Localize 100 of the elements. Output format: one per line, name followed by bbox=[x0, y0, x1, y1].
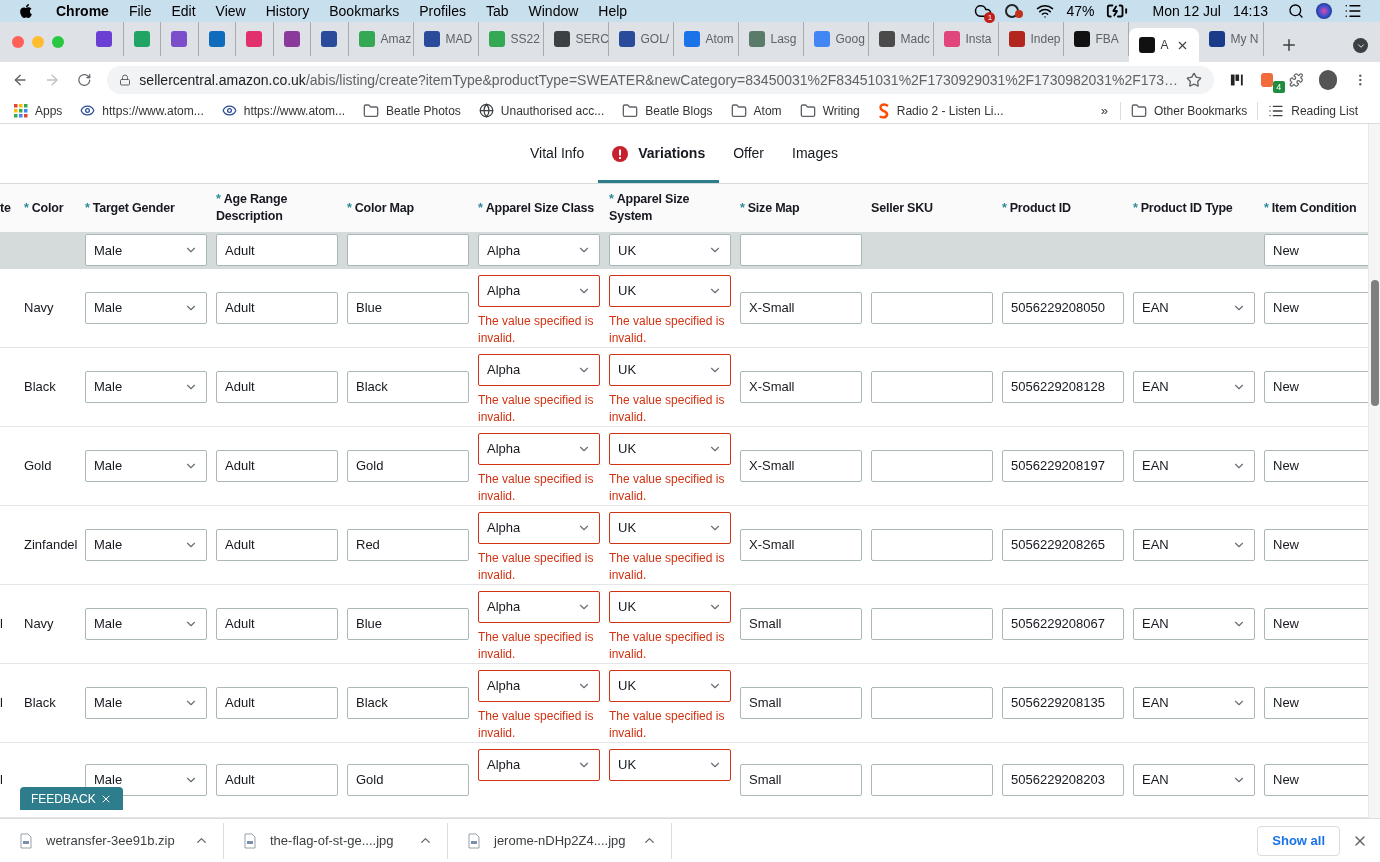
dropdown[interactable]: Male bbox=[85, 607, 207, 640]
bookmark[interactable]: Writing bbox=[799, 101, 860, 120]
bookmark[interactable]: Other Bookmarks bbox=[1119, 101, 1248, 120]
menu-item[interactable]: Help bbox=[598, 0, 628, 22]
page-tab[interactable]: Vital Info bbox=[516, 124, 599, 183]
feedback-button[interactable]: FEEDBACK bbox=[20, 787, 123, 810]
dropdown[interactable]: UK bbox=[609, 511, 731, 544]
text-field[interactable]: Adult bbox=[216, 291, 338, 324]
browser-tab[interactable]: My N bbox=[1198, 22, 1264, 56]
text-field[interactable]: Small bbox=[740, 607, 862, 640]
dropdown[interactable]: Alpha bbox=[478, 432, 600, 465]
reload-icon[interactable] bbox=[76, 72, 92, 88]
browser-tab[interactable]: Indep bbox=[998, 22, 1064, 56]
bookmark[interactable]: Reading List bbox=[1257, 101, 1358, 120]
text-field[interactable]: 5056229208203 bbox=[1002, 763, 1124, 796]
browser-tab[interactable]: FBA bbox=[1063, 22, 1129, 56]
assistant-icon[interactable] bbox=[1316, 3, 1332, 19]
browser-tab[interactable]: SS22 bbox=[478, 22, 544, 56]
text-field[interactable]: Adult bbox=[216, 370, 338, 403]
text-field[interactable]: New bbox=[1264, 528, 1368, 561]
bookmark[interactable]: https://www.atom... bbox=[80, 101, 204, 120]
dropdown[interactable]: EAN bbox=[1133, 528, 1255, 561]
download-item[interactable]: wetransfer-3ee91b.zip bbox=[0, 822, 224, 859]
dropdown[interactable]: EAN bbox=[1133, 449, 1255, 482]
app-menu[interactable]: Chrome bbox=[56, 0, 109, 22]
text-field[interactable]: Adult bbox=[216, 528, 338, 561]
text-field[interactable]: New bbox=[1264, 607, 1368, 640]
wifi-icon[interactable] bbox=[1036, 2, 1055, 20]
dropdown[interactable]: EAN bbox=[1133, 291, 1255, 324]
extension-icon[interactable] bbox=[1230, 72, 1245, 88]
text-field[interactable]: Black bbox=[347, 686, 469, 719]
dropdown[interactable]: EAN bbox=[1133, 686, 1255, 719]
page-tab[interactable]: Offer bbox=[719, 124, 779, 183]
apple-icon[interactable] bbox=[18, 3, 34, 19]
browser-tab[interactable]: Madc bbox=[868, 22, 934, 56]
browser-tab[interactable]: SERC bbox=[543, 22, 609, 56]
text-field[interactable] bbox=[871, 607, 993, 640]
text-field[interactable]: 5056229208265 bbox=[1002, 528, 1124, 561]
menu-list-icon[interactable] bbox=[1344, 2, 1362, 20]
dropdown[interactable]: UK bbox=[609, 234, 731, 267]
download-item[interactable]: jerome-nDHp2Z4....jpg bbox=[448, 822, 672, 859]
text-field[interactable]: New bbox=[1264, 370, 1368, 403]
bookmark-star-icon[interactable] bbox=[1186, 72, 1203, 88]
text-field[interactable]: 5056229208197 bbox=[1002, 449, 1124, 482]
text-field[interactable]: X-Small bbox=[740, 449, 862, 482]
dropdown[interactable]: Alpha bbox=[478, 274, 600, 307]
text-field[interactable] bbox=[347, 234, 469, 267]
browser-tab[interactable]: GOL/ bbox=[608, 22, 674, 56]
dropdown[interactable]: Alpha bbox=[478, 511, 600, 544]
page-tab[interactable]: Images bbox=[778, 124, 852, 183]
dropdown[interactable]: UK bbox=[609, 353, 731, 386]
dropdown[interactable]: Alpha bbox=[478, 748, 600, 781]
text-field[interactable]: Small bbox=[740, 686, 862, 719]
menu-item[interactable]: Edit bbox=[171, 0, 196, 22]
text-field[interactable]: New bbox=[1264, 449, 1368, 482]
dropdown[interactable]: EAN bbox=[1133, 763, 1255, 796]
text-field[interactable] bbox=[871, 686, 993, 719]
download-item[interactable]: the-flag-of-st-ge....jpg bbox=[224, 822, 448, 859]
text-field[interactable] bbox=[871, 763, 993, 796]
text-field[interactable]: 5056229208067 bbox=[1002, 607, 1124, 640]
text-field[interactable]: Black bbox=[347, 370, 469, 403]
text-field[interactable] bbox=[871, 449, 993, 482]
dropdown[interactable]: UK bbox=[609, 669, 731, 702]
cloud-icon[interactable] bbox=[974, 2, 993, 20]
bookmark[interactable]: Radio 2 - Listen Li... bbox=[877, 101, 1004, 120]
browser-tab[interactable]: Lasg bbox=[738, 22, 804, 56]
text-field[interactable]: 5056229208135 bbox=[1002, 686, 1124, 719]
text-field[interactable]: X-Small bbox=[740, 291, 862, 324]
text-field[interactable]: Adult bbox=[216, 449, 338, 482]
menu-item[interactable]: Tab bbox=[485, 0, 509, 22]
extensions-icon[interactable] bbox=[1288, 72, 1304, 88]
dropdown[interactable]: Alpha bbox=[478, 669, 600, 702]
menu-item[interactable]: Profiles bbox=[419, 0, 466, 22]
tab-search-icon[interactable] bbox=[1353, 38, 1368, 53]
text-field[interactable]: Gold bbox=[347, 449, 469, 482]
dropdown[interactable]: UK bbox=[609, 590, 731, 623]
show-all-button[interactable]: Show all bbox=[1257, 825, 1340, 856]
text-field[interactable]: New bbox=[1264, 234, 1368, 267]
dropdown[interactable]: Male bbox=[85, 291, 207, 324]
dropdown[interactable]: Alpha bbox=[478, 353, 600, 386]
dropdown[interactable]: Male bbox=[85, 234, 207, 267]
text-field[interactable]: Small bbox=[740, 763, 862, 796]
dropdown[interactable]: EAN bbox=[1133, 370, 1255, 403]
scrollbar-thumb[interactable] bbox=[1370, 280, 1379, 406]
browser-tab[interactable]: MAD bbox=[413, 22, 479, 56]
bookmark[interactable]: Beatle Blogs bbox=[622, 101, 713, 120]
browser-tab[interactable]: Atom bbox=[673, 22, 739, 56]
text-field[interactable] bbox=[871, 291, 993, 324]
search-icon[interactable] bbox=[1288, 3, 1304, 19]
text-field[interactable]: Adult bbox=[216, 686, 338, 719]
bookmark[interactable]: Beatle Photos bbox=[363, 101, 461, 120]
text-field[interactable]: Adult bbox=[216, 763, 338, 796]
dropdown[interactable]: Male bbox=[85, 686, 207, 719]
menu-item[interactable]: Bookmarks bbox=[329, 0, 400, 22]
bookmark[interactable]: https://www.atom... bbox=[221, 101, 346, 120]
text-field[interactable] bbox=[740, 234, 862, 267]
text-field[interactable] bbox=[871, 370, 993, 403]
text-field[interactable]: Blue bbox=[347, 291, 469, 324]
text-field[interactable]: 5056229208050 bbox=[1002, 291, 1124, 324]
text-field[interactable]: Red bbox=[347, 528, 469, 561]
